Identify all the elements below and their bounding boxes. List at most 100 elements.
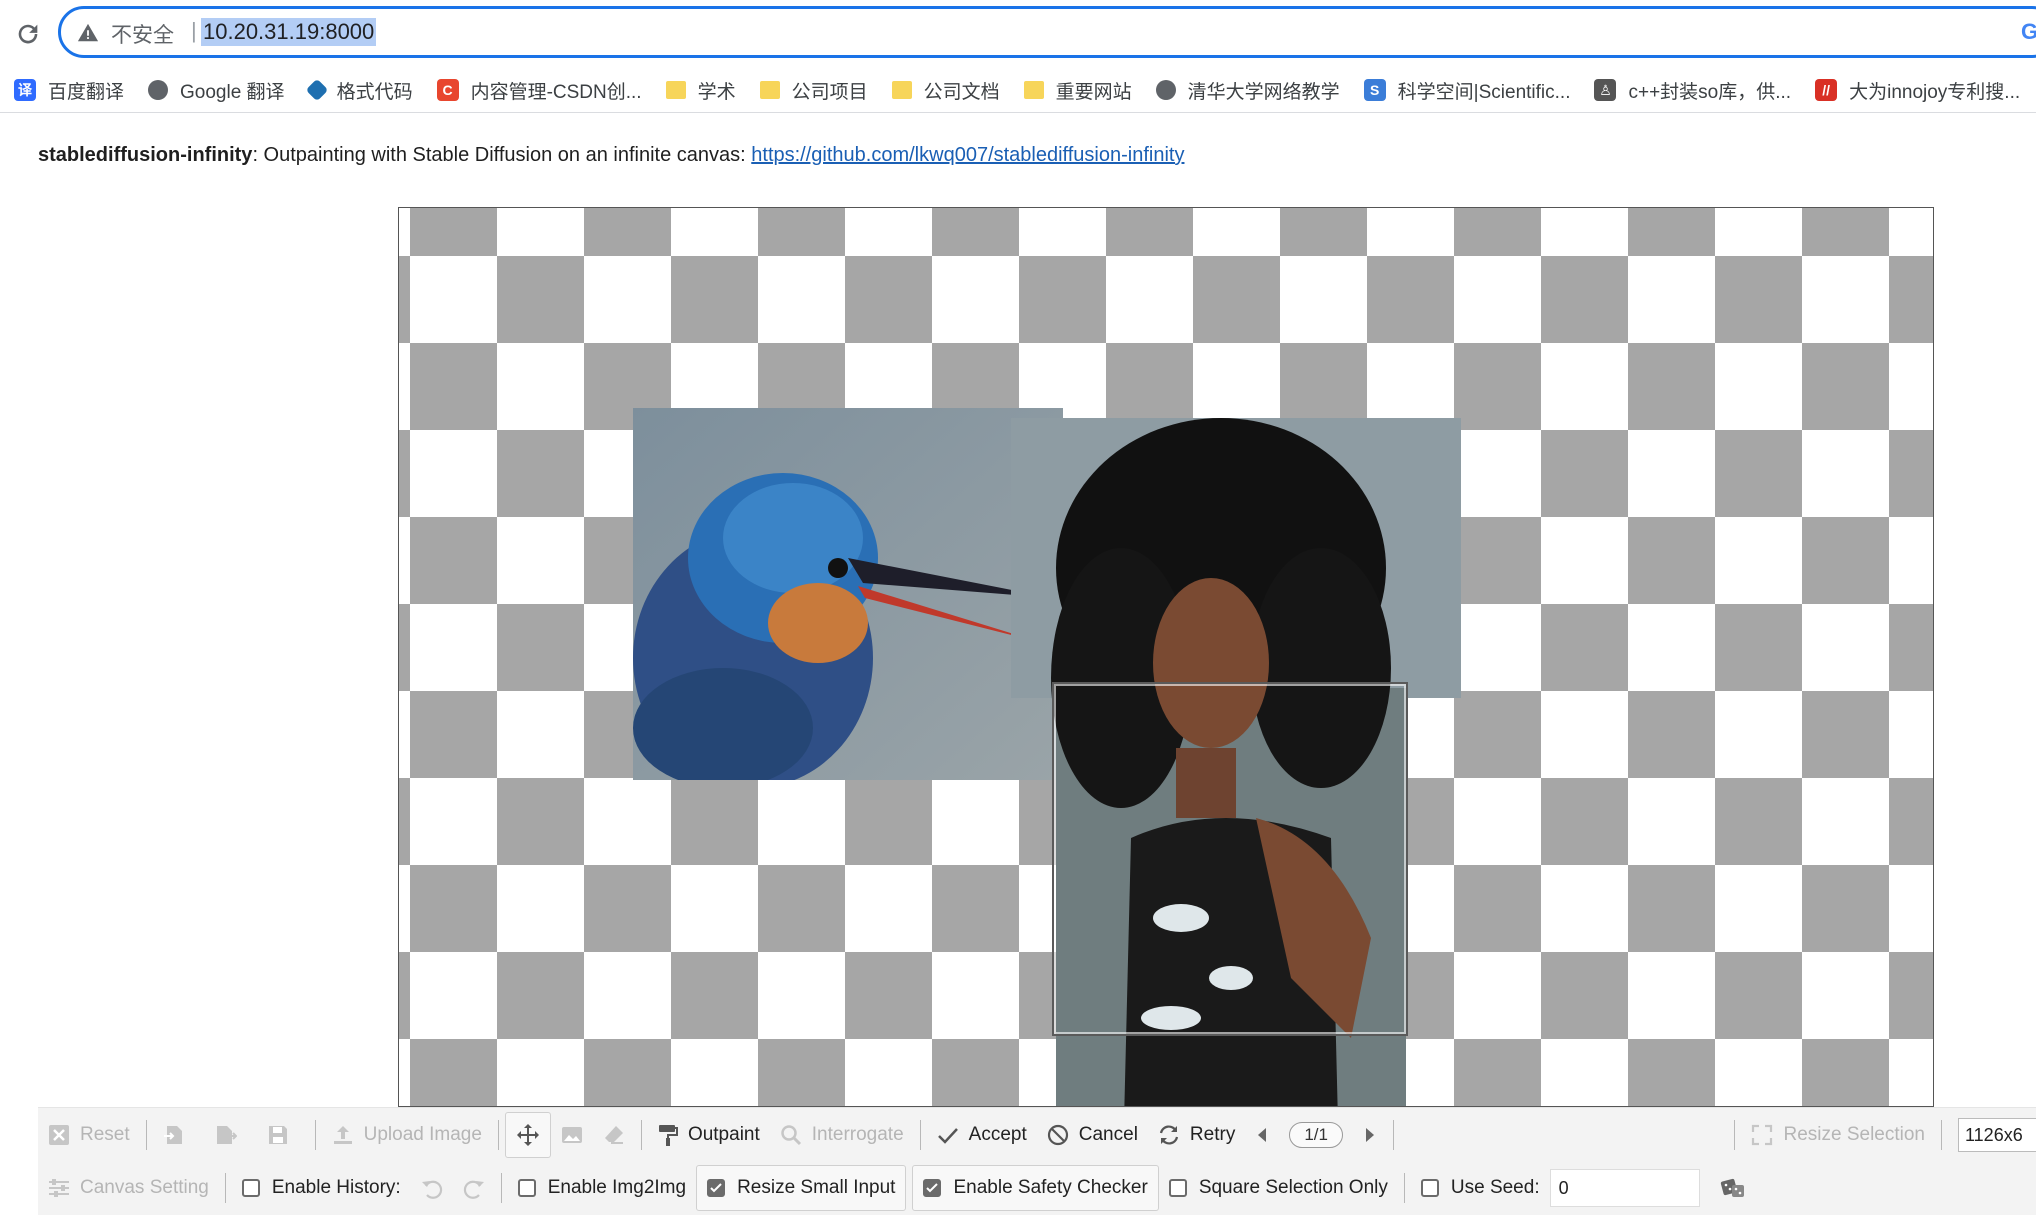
sliders-icon [49, 1179, 69, 1197]
reset-button[interactable]: Reset [38, 1113, 140, 1157]
innojoy-icon: // [1815, 79, 1838, 101]
toolbar-divider [640, 1120, 642, 1150]
canvas-setting-button[interactable]: Canvas Setting [38, 1166, 219, 1210]
canvas-setting-label: Canvas Setting [80, 1177, 209, 1198]
resize-selection-label: Resize Selection [1783, 1124, 1925, 1145]
interrogate-button[interactable]: Interrogate [770, 1113, 914, 1157]
use-seed-checkbox[interactable] [1420, 1179, 1439, 1197]
folder-icon [759, 81, 780, 99]
bookmark-item[interactable]: C 内容管理-CSDN创... [436, 77, 642, 104]
outpaint-button[interactable]: Outpaint [648, 1113, 770, 1157]
upload-image-button[interactable]: Upload Image [322, 1113, 492, 1157]
bookmark-label: 内容管理-CSDN创... [470, 81, 642, 103]
use-seed-toggle[interactable]: Use Seed: [1411, 1166, 1710, 1210]
eraser-tool-button[interactable] [593, 1113, 635, 1157]
retry-button[interactable]: Retry [1148, 1113, 1245, 1157]
bookmark-item[interactable]: 译 百度翻译 [14, 77, 124, 104]
enable-img2img-checkbox[interactable] [517, 1179, 536, 1197]
cancel-label: Cancel [1078, 1124, 1138, 1145]
redo-button[interactable] [453, 1166, 495, 1210]
caret-right-icon [1365, 1128, 1374, 1142]
baidu-translate-icon: 译 [14, 79, 36, 101]
cancel-button[interactable]: Cancel [1037, 1113, 1148, 1157]
load-button[interactable] [153, 1113, 205, 1157]
page-counter: 1/1 [1289, 1122, 1343, 1148]
use-seed-label: Use Seed: [1450, 1177, 1540, 1198]
toolbar-divider [497, 1120, 499, 1150]
bookmark-item[interactable]: S 科学空间|Scientific... [1363, 77, 1570, 104]
next-button[interactable] [1353, 1113, 1387, 1157]
enable-history-label: Enable History: [271, 1177, 401, 1198]
selection-box[interactable] [1052, 682, 1408, 1036]
resize-small-input-label: Resize Small Input [737, 1177, 896, 1198]
github-link[interactable]: https://github.com/lkwq007/stablediffusi… [751, 144, 1184, 166]
bookmark-folder[interactable]: 学术 [665, 77, 736, 104]
random-seed-button[interactable] [1710, 1166, 1766, 1210]
google-icon: G [2021, 19, 2036, 44]
bookmark-label: 大为innojoy专利搜... [1849, 81, 2021, 103]
printer-icon: ♙ [1594, 79, 1617, 101]
redo-icon [463, 1180, 484, 1199]
app-name: stablediffusion-infinity [38, 144, 253, 166]
resize-selection-button[interactable]: Resize Selection [1741, 1113, 1935, 1157]
page-counter-wrap: 1/1 [1279, 1113, 1353, 1157]
kingfisher-image [633, 408, 1063, 780]
image-tool-button[interactable] [551, 1113, 593, 1157]
interrogate-label: Interrogate [811, 1124, 904, 1145]
undo-button[interactable] [411, 1166, 453, 1210]
outpaint-canvas[interactable] [398, 207, 1934, 1107]
selection-size-input[interactable]: 1126x6 [1958, 1118, 2036, 1152]
save-button[interactable] [257, 1113, 309, 1157]
enable-safety-checker-label: Enable Safety Checker [953, 1177, 1148, 1198]
resize-small-input-checkbox[interactable] [707, 1179, 726, 1197]
previous-button[interactable] [1245, 1113, 1279, 1157]
enable-history-toggle[interactable]: Enable History: [232, 1166, 411, 1210]
bookmark-item[interactable]: ♙ c++封装so库，供... [1594, 77, 1791, 104]
reload-icon[interactable] [14, 20, 42, 48]
bookmark-item[interactable]: // 大为innojoy专利搜... [1815, 77, 2020, 104]
folder-icon [665, 81, 686, 99]
check-icon [937, 1128, 958, 1144]
folder-icon [1023, 81, 1044, 99]
enable-safety-checker-toggle[interactable]: Enable Safety Checker [912, 1165, 1159, 1211]
bookmark-label: 学术 [697, 81, 736, 103]
bookmark-item[interactable]: 格式代码 [305, 77, 413, 104]
bookmark-folder[interactable]: 重要网站 [1023, 77, 1132, 104]
bookmark-item[interactable]: Google 翻译 [148, 77, 285, 104]
enable-safety-checker-checkbox[interactable] [923, 1179, 942, 1197]
file-import-icon [163, 1126, 182, 1144]
toolbar-divider [1392, 1120, 1394, 1150]
export-button[interactable] [205, 1113, 257, 1157]
enable-img2img-toggle[interactable]: Enable Img2Img [508, 1166, 696, 1210]
toolbar-divider [1403, 1173, 1405, 1203]
address-bar[interactable]: 不安全 | 10.20.31.19:8000 G [58, 6, 2036, 58]
eraser-icon [604, 1126, 623, 1144]
toolbar-divider [919, 1120, 921, 1150]
intro-text: stablediffusion-infinity: Outpainting wi… [38, 144, 1184, 167]
scientific-icon: S [1363, 79, 1386, 101]
enable-history-checkbox[interactable] [241, 1179, 260, 1197]
refresh-icon [1159, 1125, 1179, 1145]
warning-icon [77, 23, 99, 42]
square-selection-only-toggle[interactable]: Square Selection Only [1159, 1166, 1398, 1210]
accept-label: Accept [968, 1124, 1027, 1145]
accept-button[interactable]: Accept [927, 1113, 1037, 1157]
bookmark-label: 清华大学网络教学 [1187, 81, 1340, 103]
bookmark-folder[interactable]: 公司文档 [891, 77, 1000, 104]
url-text[interactable]: 10.20.31.19:8000 [201, 18, 377, 46]
bookmark-folder[interactable]: 公司项目 [759, 77, 868, 104]
square-selection-only-checkbox[interactable] [1168, 1179, 1187, 1197]
upload-image-label: Upload Image [363, 1124, 482, 1145]
seed-input[interactable] [1549, 1169, 1700, 1207]
url-separator: | [191, 18, 197, 43]
bookmark-label: Google 翻译 [180, 81, 285, 103]
ban-icon [1047, 1124, 1068, 1146]
diamond-icon [305, 78, 328, 102]
toolbar-divider [1941, 1120, 1942, 1150]
toolbar-divider [1734, 1120, 1736, 1150]
bookmark-item[interactable]: 清华大学网络教学 [1155, 77, 1340, 104]
close-box-icon [49, 1125, 69, 1145]
move-tool-button[interactable] [504, 1112, 551, 1158]
toolbar-divider [145, 1120, 147, 1150]
resize-small-input-toggle[interactable]: Resize Small Input [696, 1165, 907, 1211]
